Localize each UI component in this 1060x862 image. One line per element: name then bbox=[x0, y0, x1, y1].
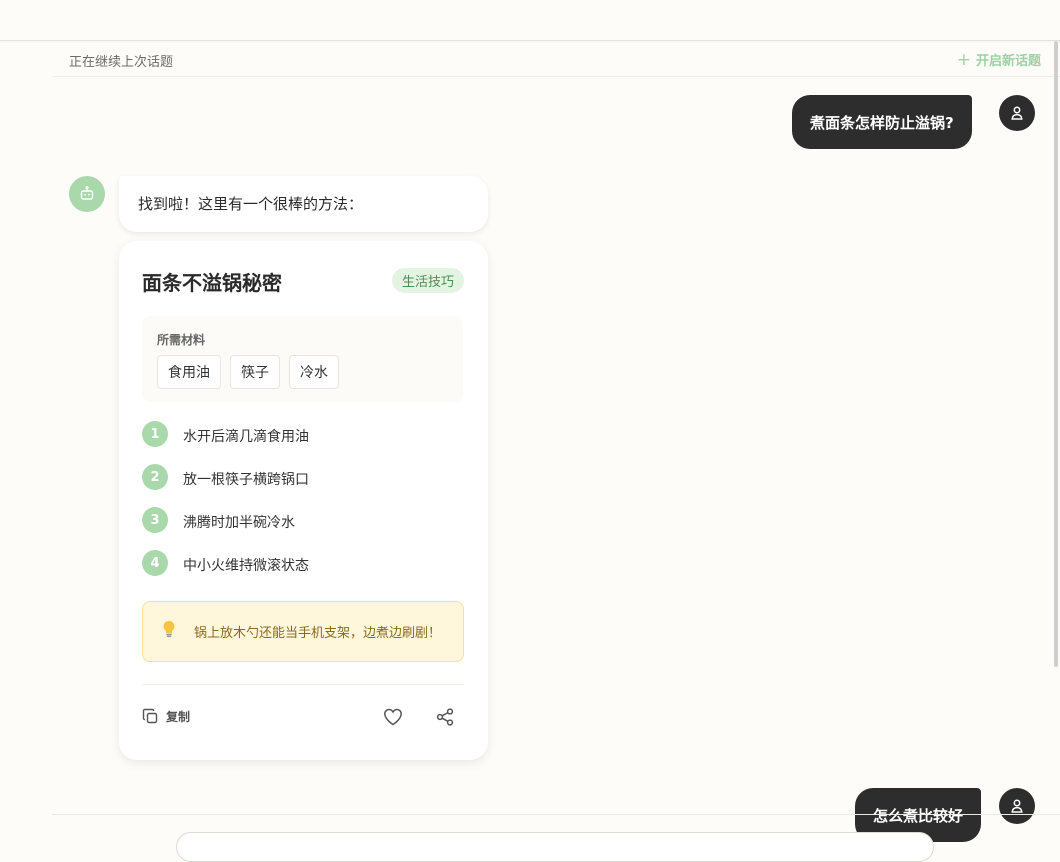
topic-bar: 正在继续上次话题 + 开启新话题 bbox=[52, 41, 1060, 77]
step-item: 3 沸腾时加半碗冷水 bbox=[142, 507, 309, 550]
material-chip: 食用油 bbox=[157, 355, 221, 389]
topic-status: 正在继续上次话题 bbox=[69, 55, 174, 70]
step-text: 中小火维持微滚状态 bbox=[183, 558, 309, 574]
card-title: 面条不溢锅秘密 bbox=[142, 271, 282, 295]
scrollbar[interactable] bbox=[1054, 41, 1058, 667]
plus-icon: + bbox=[956, 49, 971, 70]
share-button[interactable] bbox=[434, 706, 456, 728]
step-number: 3 bbox=[142, 507, 168, 533]
heart-icon bbox=[384, 708, 402, 726]
user-icon bbox=[1011, 106, 1023, 120]
composer-divider bbox=[52, 814, 1060, 815]
copy-button[interactable]: 复制 bbox=[142, 708, 190, 725]
user-message-text: 怎么煮比较好 bbox=[873, 807, 964, 825]
copy-icon bbox=[142, 708, 158, 724]
tip-text: 锅上放木勺还能当手机支架，边煮边刷剧！ bbox=[194, 626, 442, 641]
step-text: 水开后滴几滴食用油 bbox=[183, 429, 309, 445]
tip-box: 锅上放木勺还能当手机支架，边煮边刷剧！ bbox=[142, 601, 464, 662]
lightbulb-icon bbox=[160, 619, 182, 644]
step-item: 2 放一根筷子横跨锅口 bbox=[142, 464, 309, 507]
bot-avatar bbox=[69, 176, 105, 212]
step-item: 4 中小火维持微滚状态 bbox=[142, 550, 309, 593]
bot-message-text: 找到啦！这里有一个很棒的方法： bbox=[138, 195, 364, 213]
new-topic-button[interactable]: + 开启新话题 bbox=[957, 50, 1041, 69]
step-number: 4 bbox=[142, 550, 168, 576]
robot-icon bbox=[80, 185, 94, 200]
user-avatar bbox=[999, 95, 1035, 131]
materials-section: 所需材料 食用油 筷子 冷水 bbox=[142, 316, 463, 402]
like-button[interactable] bbox=[382, 706, 404, 728]
category-tag: 生活技巧 bbox=[391, 268, 464, 293]
materials-label: 所需材料 bbox=[157, 333, 206, 347]
user-message-bubble: 煮面条怎样防止溢锅? bbox=[792, 95, 972, 149]
new-topic-label: 开启新话题 bbox=[975, 54, 1041, 69]
tip-card: 面条不溢锅秘密 生活技巧 所需材料 食用油 筷子 冷水 1 水开后滴几滴食用油 … bbox=[119, 241, 488, 760]
step-text: 放一根筷子横跨锅口 bbox=[183, 472, 309, 488]
share-icon bbox=[436, 708, 454, 726]
steps-list: 1 水开后滴几滴食用油 2 放一根筷子横跨锅口 3 沸腾时加半碗冷水 4 中小火… bbox=[142, 421, 309, 593]
step-text: 沸腾时加半碗冷水 bbox=[183, 515, 295, 531]
top-bar bbox=[0, 0, 1060, 41]
user-icon bbox=[1011, 799, 1023, 813]
step-item: 1 水开后滴几滴食用油 bbox=[142, 421, 309, 464]
user-avatar bbox=[999, 788, 1035, 824]
step-number: 2 bbox=[142, 464, 168, 490]
user-message-text: 煮面条怎样防止溢锅? bbox=[810, 113, 954, 132]
bot-message-bubble: 找到啦！这里有一个很棒的方法： bbox=[119, 176, 488, 232]
message-input[interactable] bbox=[176, 832, 934, 862]
copy-label: 复制 bbox=[166, 710, 191, 724]
material-chip: 筷子 bbox=[230, 355, 280, 389]
step-number: 1 bbox=[142, 421, 168, 447]
material-chip: 冷水 bbox=[289, 355, 339, 389]
card-divider bbox=[142, 684, 464, 685]
